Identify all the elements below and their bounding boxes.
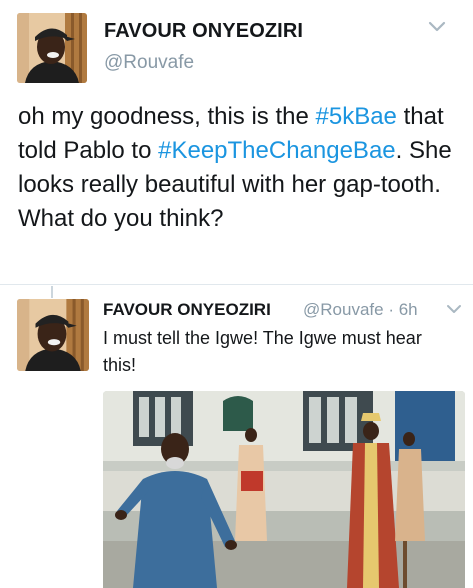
tweet-text: oh my goodness, this is the #5kBae that … [18, 100, 463, 236]
main-tweet: FAVOUR ONYEOZIRI @Rouvafe oh my goodness… [0, 0, 473, 284]
photo-image [103, 391, 465, 588]
thread-connector [51, 286, 53, 298]
reply-author-name[interactable]: FAVOUR ONYEOZIRI [103, 300, 271, 320]
author-handle[interactable]: @Rouvafe [104, 52, 194, 74]
author-avatar[interactable] [17, 13, 87, 83]
tweet-text-part: oh my goodness, this is the [18, 103, 316, 130]
chevron-down-icon[interactable] [446, 304, 462, 315]
attached-photo[interactable] [103, 391, 465, 588]
reply-text: I must tell the Igwe! The Igwe must hear… [103, 328, 422, 375]
hashtag-link[interactable]: #KeepTheChangeBae [158, 137, 396, 164]
reply-author-avatar[interactable] [17, 299, 89, 371]
reply-author-meta: @Rouvafe · 6h [303, 300, 418, 320]
tweet-divider [0, 284, 473, 285]
avatar-image [17, 299, 89, 371]
reply-author-handle[interactable]: @Rouvafe [303, 300, 384, 319]
author-name[interactable]: FAVOUR ONYEOZIRI [104, 20, 303, 43]
reply-timestamp[interactable]: 6h [399, 300, 418, 319]
hashtag-link[interactable]: #5kBae [316, 103, 397, 130]
chevron-down-icon[interactable] [427, 20, 447, 34]
avatar-image [17, 13, 87, 83]
meta-separator: · [388, 300, 394, 319]
